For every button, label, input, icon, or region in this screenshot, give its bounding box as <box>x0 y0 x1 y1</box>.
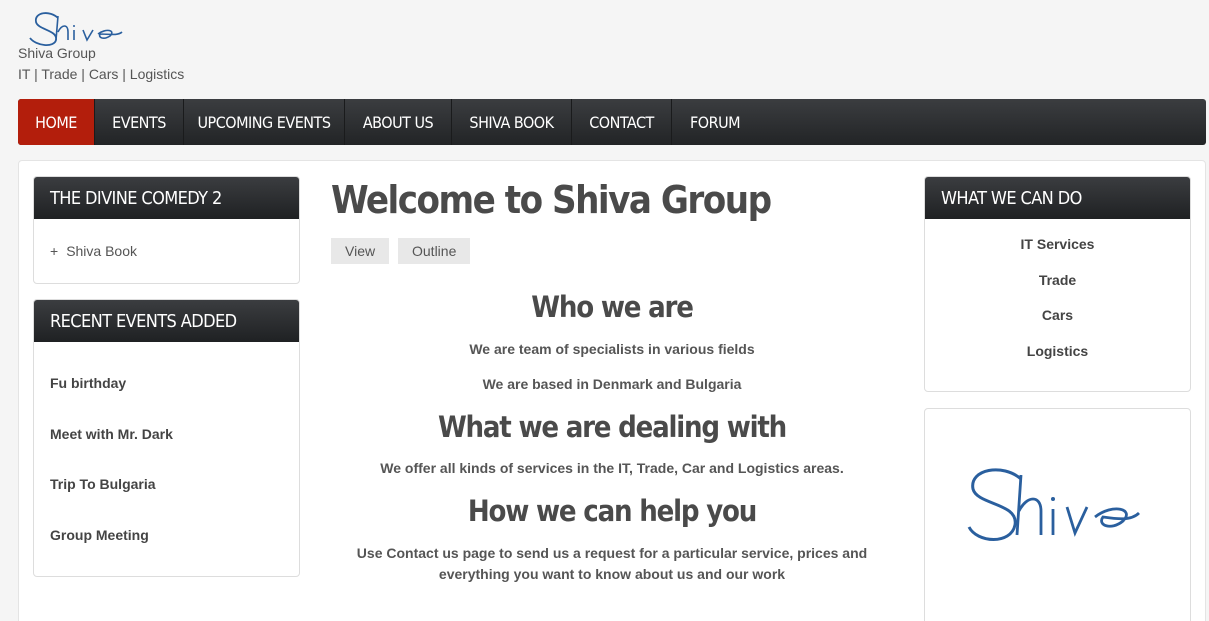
what-we-can-do-block: WHAT WE CAN DO IT Services Trade Cars Lo… <box>924 176 1191 392</box>
block-title: RECENT EVENTS ADDED <box>34 300 299 342</box>
nav-item-forum[interactable]: FORUM <box>672 99 758 145</box>
event-link-meet-mr-dark[interactable]: Meet with Mr. Dark <box>50 426 173 442</box>
nav-item-events[interactable]: EVENTS <box>95 99 184 145</box>
block-title: THE DIVINE COMEDY 2 <box>34 177 299 219</box>
paragraph: everything you want to know about us and… <box>438 566 786 582</box>
heading-how-we-help: How we can help you <box>467 494 757 528</box>
tab-view[interactable]: View <box>331 238 390 264</box>
event-link-fu-birthday[interactable]: Fu birthday <box>50 375 126 391</box>
plus-icon: + <box>50 243 59 259</box>
paragraph: Use Contact us page to send us a request… <box>356 545 868 561</box>
recent-events-block: RECENT EVENTS ADDED Fu birthday Meet wit… <box>33 299 300 577</box>
tab-outline[interactable]: Outline <box>398 238 471 264</box>
shiva-book-link[interactable]: + Shiva Book <box>50 243 137 259</box>
nav-item-shiva-book[interactable]: SHIVA BOOK <box>452 99 572 145</box>
nav-item-about-us[interactable]: ABOUT US <box>345 99 452 145</box>
shiva-logo-icon <box>967 468 1140 541</box>
book-navigation-block: THE DIVINE COMEDY 2 + Shiva Book <box>33 176 300 284</box>
site-slogan: IT | Trade | Cars | Logistics <box>18 66 185 82</box>
page-title: Welcome to Shiva Group <box>331 178 772 222</box>
heading-who-we-are: Who we are <box>531 290 694 324</box>
service-cars[interactable]: Cars <box>925 307 1190 323</box>
nav-item-home[interactable]: HOME <box>18 99 95 145</box>
shiva-book-label: Shiva Book <box>66 243 138 259</box>
paragraph: We are team of specialists in various fi… <box>469 341 755 357</box>
paragraph: We offer all kinds of services in the IT… <box>380 460 844 476</box>
service-trade[interactable]: Trade <box>925 272 1190 288</box>
block-title: WHAT WE CAN DO <box>925 177 1190 219</box>
logo-block <box>924 408 1191 621</box>
heading-what-we-deal-with: What we are dealing with <box>437 410 787 444</box>
event-link-trip-bulgaria[interactable]: Trip To Bulgaria <box>50 476 156 492</box>
nav-item-upcoming-events[interactable]: UPCOMING EVENTS <box>184 99 345 145</box>
site-name[interactable]: Shiva Group <box>18 45 96 61</box>
main-nav: HOME EVENTS UPCOMING EVENTS ABOUT US SHI… <box>18 99 1206 145</box>
service-logistics[interactable]: Logistics <box>925 343 1190 359</box>
shiva-logo-icon[interactable] <box>28 10 128 48</box>
paragraph: We are based in Denmark and Bulgaria <box>482 376 742 392</box>
event-link-group-meeting[interactable]: Group Meeting <box>50 527 149 543</box>
service-it[interactable]: IT Services <box>925 236 1190 252</box>
nav-item-contact[interactable]: CONTACT <box>572 99 672 145</box>
